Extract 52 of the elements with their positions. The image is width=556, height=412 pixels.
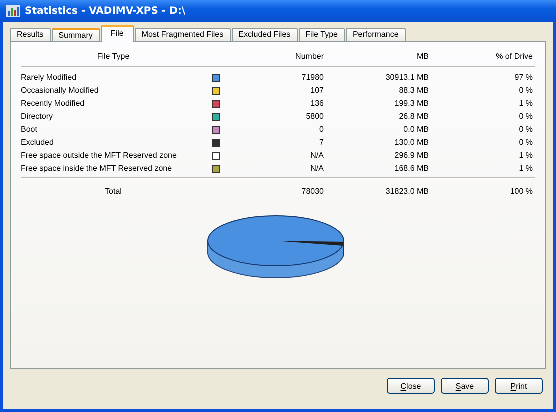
table-cell-text: 0 % <box>518 86 533 95</box>
table-cell-text: Rarely Modified <box>21 73 78 82</box>
table-cell-text: Total <box>104 186 123 196</box>
column-header: % of Drive <box>495 52 533 60</box>
table-cell-text: 130.0 MB <box>394 138 429 147</box>
table-cell-text: 7 <box>318 138 324 147</box>
table-cell-text: Boot <box>21 125 38 134</box>
table-cell-text: 100 % <box>509 186 533 196</box>
table-cell-text: 1 % <box>518 99 533 108</box>
table-cell-text: 1 % <box>518 151 533 160</box>
table-cell-text: 71980 <box>300 73 324 82</box>
table-cell-text: 30913.1 MB <box>384 73 429 82</box>
table-cell-text: 97 % <box>514 73 533 82</box>
table-cell-text: 107 <box>310 86 324 95</box>
table-cell-text: 0 % <box>518 138 533 147</box>
tab[interactable]: Summary <box>52 28 100 41</box>
table-cell-text: 0 % <box>518 125 533 134</box>
table-cell-text: 0 <box>318 125 324 134</box>
table-cell-text: 26.8 MB <box>398 112 429 121</box>
table-cell-text: 5800 <box>305 112 324 121</box>
table-cell-text: Occasionally Modified <box>21 86 100 95</box>
table-cell-text: 88.3 MB <box>398 86 429 95</box>
table-cell-text: Recently Modified <box>21 99 86 108</box>
column-header: MB <box>416 52 429 60</box>
table-cell-text: 199.3 MB <box>394 99 429 108</box>
chart-icon <box>6 5 20 17</box>
tab[interactable]: File Type <box>298 28 345 41</box>
column-header: File Type <box>96 52 131 60</box>
table-cell-text: 136 <box>310 99 324 108</box>
tab[interactable]: File <box>100 25 134 42</box>
table-cell-text: 78030 <box>300 186 324 196</box>
window-title: Statistics - VADIMV-XPS - D:\ <box>25 6 186 16</box>
table-cell-text: 31823.0 MB <box>384 186 429 196</box>
table-cell-text: 296.9 MB <box>394 151 429 160</box>
column-header: Number <box>294 52 324 60</box>
table-cell-text: N/A <box>310 164 324 173</box>
table-cell-text: 168.6 MB <box>394 164 429 173</box>
table-cell-text: Excluded <box>21 138 55 147</box>
tab[interactable]: Excluded Files <box>232 28 298 41</box>
tab[interactable]: Most Fragmented Files <box>134 28 231 41</box>
dialog-button[interactable]: Close <box>387 378 435 394</box>
table-cell-text: 0 % <box>518 112 533 121</box>
dialog-button[interactable]: Save <box>441 378 489 394</box>
table-cell-text: Free space outside the MFT Reserved zone <box>21 151 178 160</box>
table-cell-text: Directory <box>21 112 54 121</box>
table-cell-text: 1 % <box>518 164 533 173</box>
tab[interactable]: Results <box>10 28 51 41</box>
table-cell-text: N/A <box>310 151 324 160</box>
tab[interactable]: Performance <box>346 28 406 41</box>
dialog-button[interactable]: Print <box>495 378 543 394</box>
table-cell-text: Free space inside the MFT Reserved zone <box>21 164 174 173</box>
table-cell-text: 0.0 MB <box>402 125 429 134</box>
